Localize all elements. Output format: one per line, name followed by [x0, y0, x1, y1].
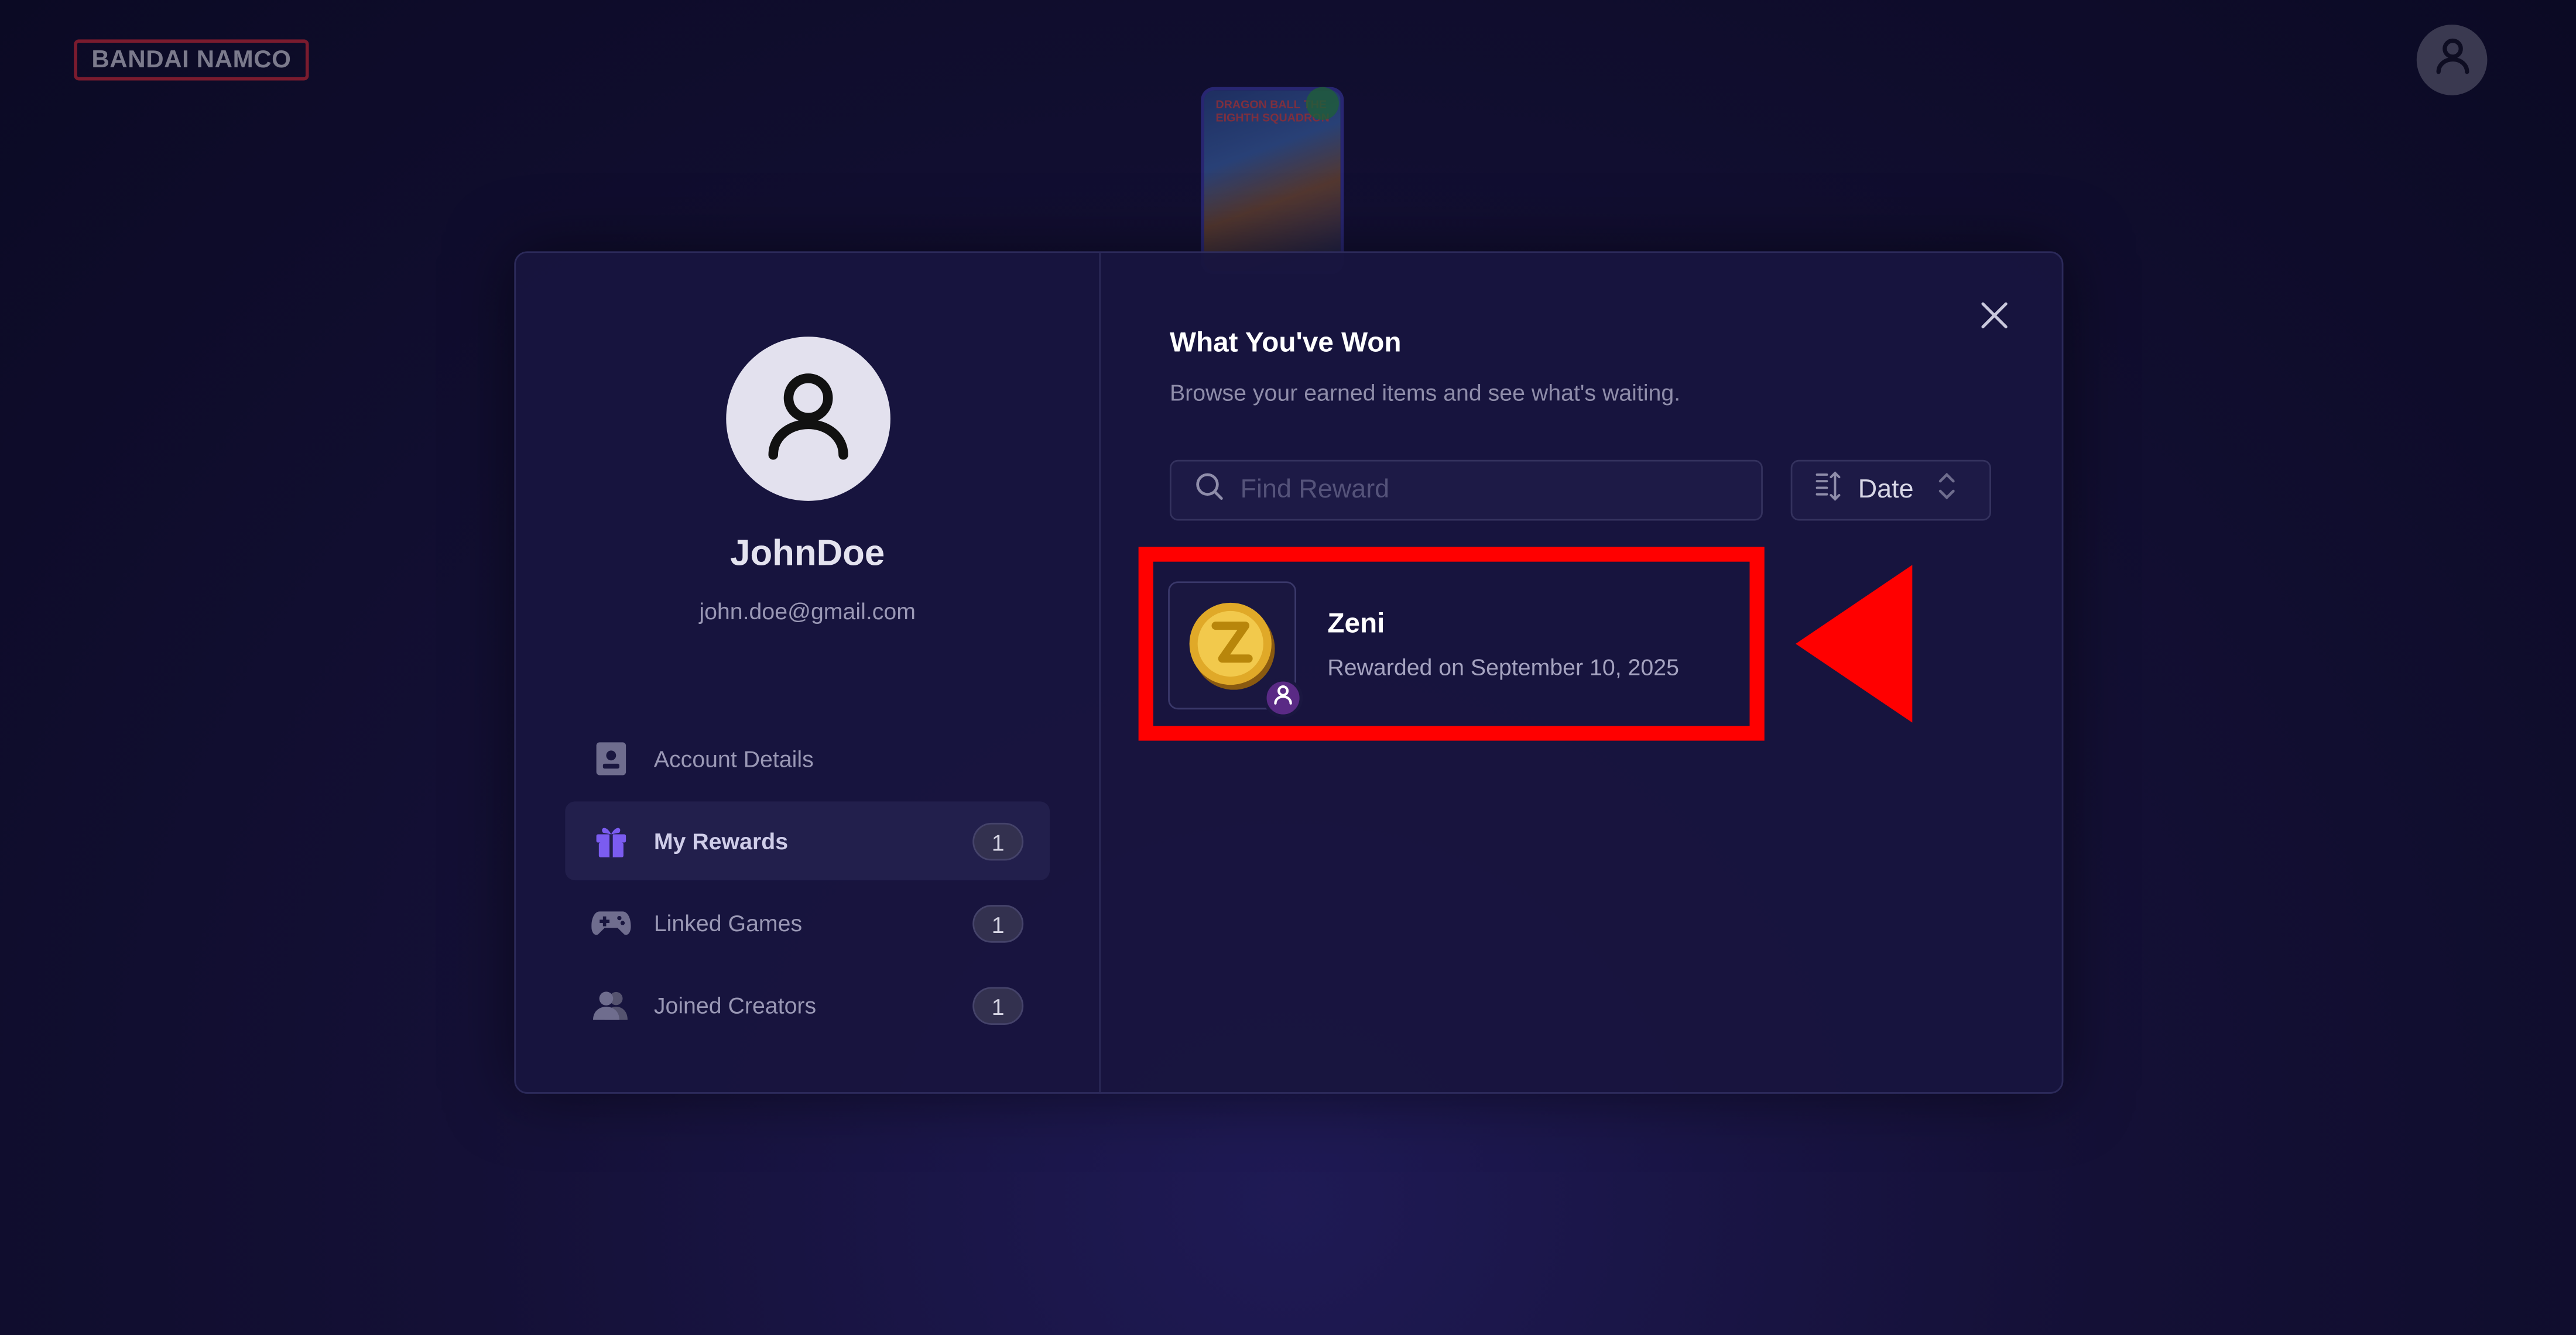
- nav-item-label: Joined Creators: [653, 991, 817, 1018]
- profile-username: JohnDoe: [730, 532, 885, 574]
- gamepad-icon: [591, 903, 631, 942]
- rewards-subtitle: Browse your earned items and see what's …: [1169, 379, 1681, 406]
- close-icon: [1979, 300, 2009, 338]
- profile-sidebar: JohnDoe john.doe@gmail.com Account Detai…: [516, 253, 1101, 1093]
- annotation-highlight-box: [1138, 547, 1765, 741]
- profile-avatar: [726, 337, 890, 501]
- user-icon: [2431, 35, 2474, 85]
- nav-item-my-rewards[interactable]: My Rewards 1: [565, 801, 1050, 881]
- joined-creators-count-badge: 1: [972, 987, 1024, 1025]
- nav-item-label: Account Details: [653, 745, 814, 772]
- sort-icon: [1815, 471, 1842, 509]
- check-icon: [1306, 87, 1339, 120]
- user-icon: [756, 362, 861, 476]
- sort-label: Date: [1858, 475, 1914, 504]
- linked-games-count-badge: 1: [972, 905, 1024, 943]
- brand-logo-text: BANDAI NAMCO: [91, 46, 292, 74]
- nav-item-linked-games[interactable]: Linked Games 1: [565, 884, 1050, 963]
- annotation-arrow: [1796, 565, 1913, 723]
- nav-item-account-details[interactable]: Account Details: [565, 719, 1050, 798]
- page: BANDAI NAMCO DRAGON BALL THE EIGHTH SQUA…: [0, 0, 2576, 1335]
- chevron-up-down-icon: [1937, 471, 1957, 509]
- account-avatar-button[interactable]: [2416, 25, 2488, 95]
- nav-item-label: Linked Games: [653, 910, 803, 936]
- sort-dropdown[interactable]: Date: [1790, 459, 1991, 521]
- brand-logo[interactable]: BANDAI NAMCO: [74, 39, 309, 81]
- users-icon: [591, 986, 631, 1025]
- nav-item-label: My Rewards: [653, 828, 789, 854]
- search-icon: [1194, 471, 1224, 509]
- rewards-count-badge: 1: [972, 822, 1024, 861]
- search-input[interactable]: [1236, 473, 1737, 507]
- gift-icon: [591, 821, 631, 860]
- id-card-icon: [591, 739, 631, 778]
- close-button[interactable]: [1975, 299, 2014, 338]
- rewards-title: What You've Won: [1169, 327, 1402, 358]
- search-reward-field[interactable]: [1169, 459, 1763, 521]
- profile-email: john.doe@gmail.com: [699, 598, 916, 624]
- nav-item-joined-creators[interactable]: Joined Creators 1: [565, 966, 1050, 1045]
